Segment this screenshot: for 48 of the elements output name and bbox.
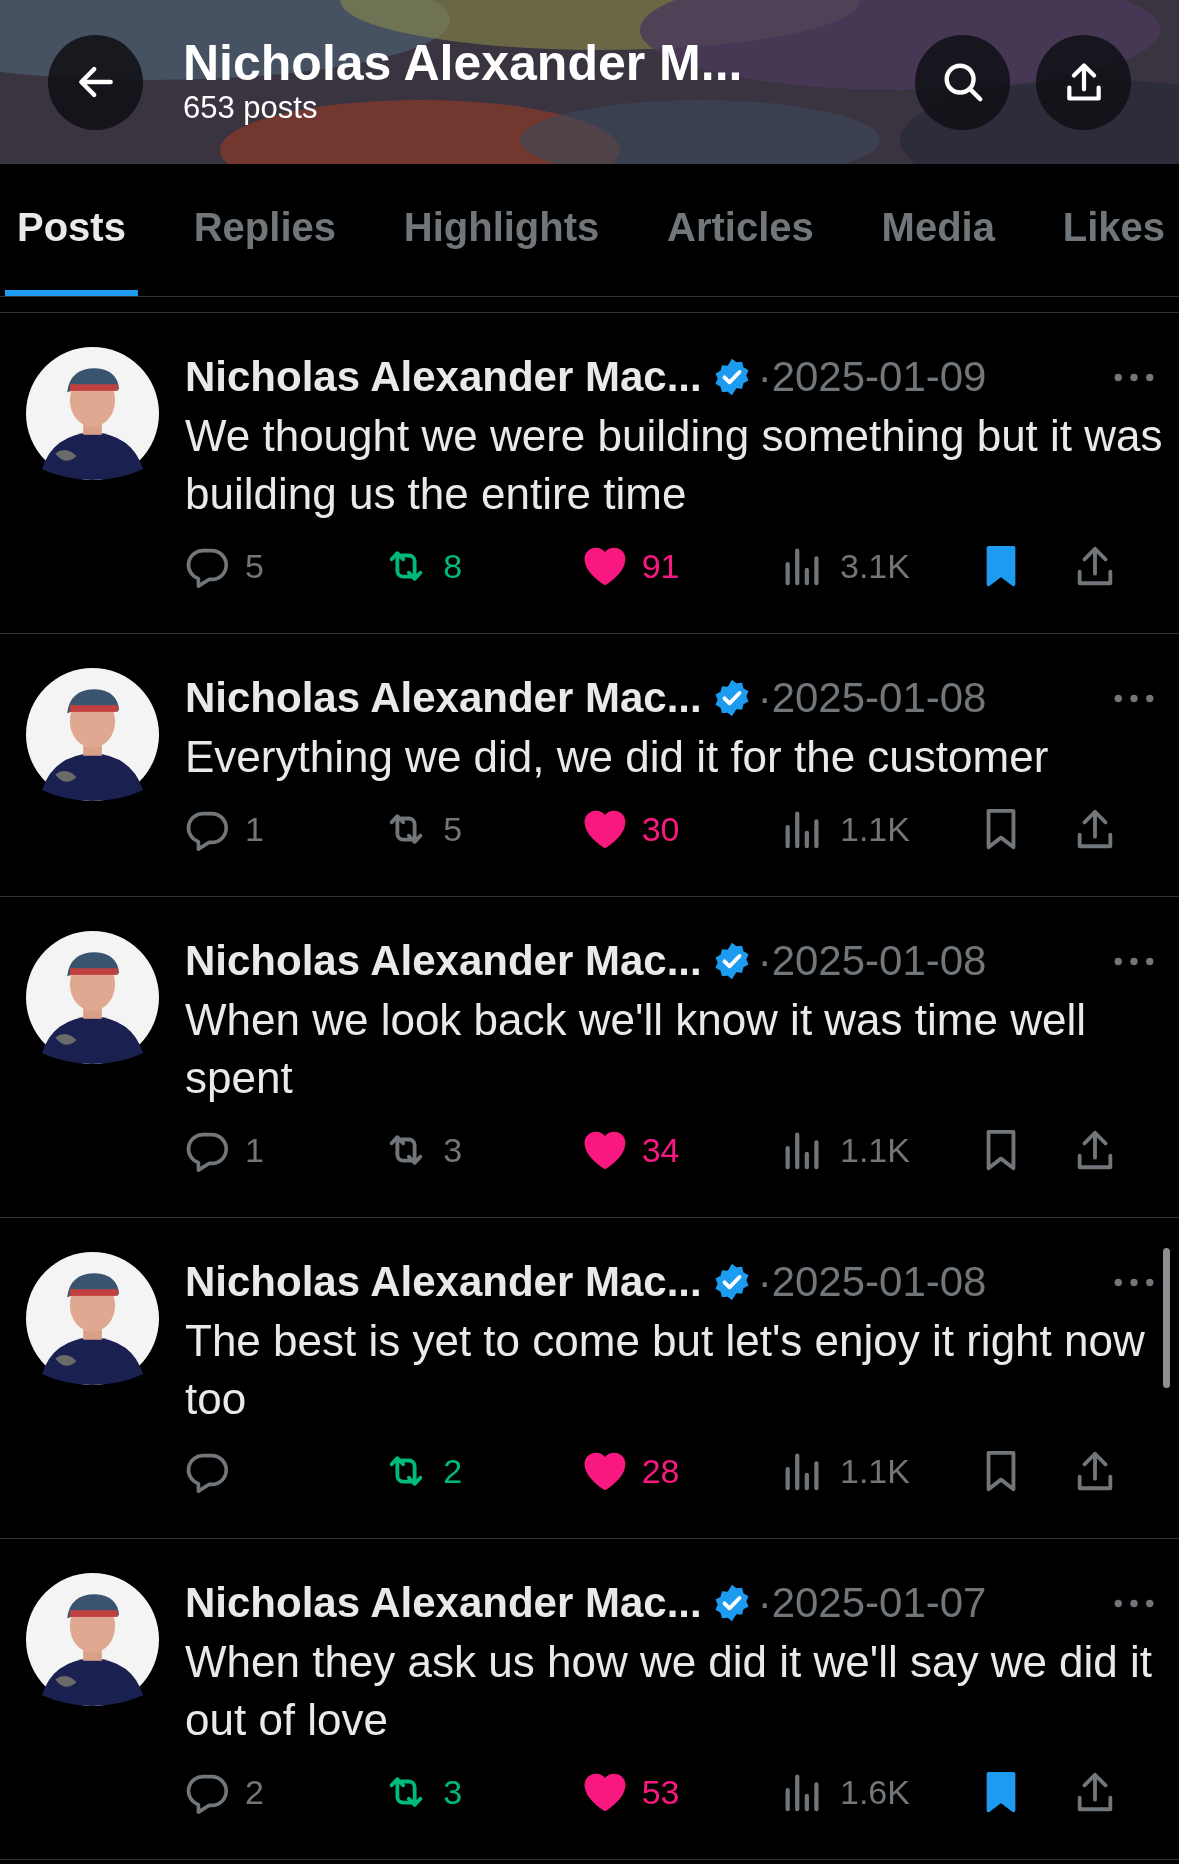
view-count: 1.6K xyxy=(840,1772,910,1812)
tab[interactable]: Replies xyxy=(181,164,348,296)
reply-count: 5 xyxy=(245,546,264,586)
post-date: ·2025-01-08 xyxy=(757,674,987,722)
post-text: When we look back we'll know it was time well spent xyxy=(185,994,1087,1104)
post-date: ·2025-01-07 xyxy=(757,1579,987,1627)
author-name: Nicholas Alexander Mac... xyxy=(185,674,702,722)
post-date: ·2025-01-08 xyxy=(757,937,987,985)
post-text: Everything we did, we did it for the customer xyxy=(185,731,1050,783)
profile-name: Nicholas Alexander M... xyxy=(183,37,743,89)
scrollbar[interactable] xyxy=(1163,1248,1170,1388)
author-name: Nicholas Alexander Mac... xyxy=(185,353,702,401)
tab[interactable]: Media xyxy=(869,164,1007,296)
post-text: The best is yet to come but let's enjoy it right now too xyxy=(185,1315,1146,1425)
view-count: 1.1K xyxy=(840,1451,910,1491)
post-date: ·2025-01-09 xyxy=(757,353,987,401)
view-count: 3.1K xyxy=(840,546,910,586)
repost-count: 8 xyxy=(443,546,463,586)
view-count: 1.1K xyxy=(840,1130,910,1170)
reply-count: 2 xyxy=(245,1772,264,1812)
tab[interactable]: Articles xyxy=(655,164,826,296)
tab[interactable]: Posts xyxy=(5,164,138,296)
reply-count: 1 xyxy=(245,809,264,849)
post-date: ·2025-01-08 xyxy=(757,1258,987,1306)
more-icon[interactable] xyxy=(1113,692,1155,704)
post-text: We thought we were building something but it was building us the entire time xyxy=(185,410,1164,520)
post-text: When they ask us how we did it we'll say we did it out of love xyxy=(185,1636,1154,1746)
more-icon[interactable] xyxy=(1113,1276,1155,1288)
more-icon[interactable] xyxy=(1113,371,1155,383)
repost-count: 3 xyxy=(443,1772,463,1812)
more-icon[interactable] xyxy=(1113,1597,1155,1609)
repost-count: 5 xyxy=(443,809,463,849)
post-count: 653 posts xyxy=(183,89,318,127)
reply-count: 1 xyxy=(245,1130,264,1170)
like-count: 34 xyxy=(641,1130,680,1170)
tab[interactable]: Highlights xyxy=(391,164,612,296)
tab[interactable]: Likes xyxy=(1050,164,1177,296)
repost-count: 2 xyxy=(443,1451,463,1491)
author-name: Nicholas Alexander Mac... xyxy=(185,1258,702,1306)
like-count: 28 xyxy=(641,1451,680,1491)
like-count: 53 xyxy=(641,1772,680,1812)
repost-count: 3 xyxy=(443,1130,463,1170)
like-count: 30 xyxy=(641,809,680,849)
view-count: 1.1K xyxy=(840,809,910,849)
more-icon[interactable] xyxy=(1113,955,1155,967)
author-name: Nicholas Alexander Mac... xyxy=(185,937,702,985)
author-name: Nicholas Alexander Mac... xyxy=(185,1579,702,1627)
like-count: 91 xyxy=(641,546,680,586)
